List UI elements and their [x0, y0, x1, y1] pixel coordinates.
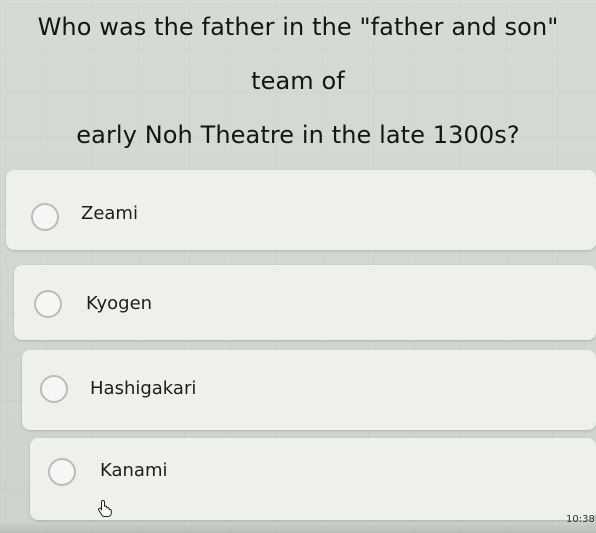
radio-button-icon[interactable] [31, 203, 59, 231]
bottom-shadow [0, 521, 596, 533]
answer-option-kanami[interactable]: Kanami [30, 438, 596, 520]
answer-option-label: Hashigakari [90, 378, 197, 399]
answer-option-label: Kanami [100, 460, 168, 481]
radio-button-icon[interactable] [34, 290, 62, 318]
answer-option-kyogen[interactable]: Kyogen [14, 265, 596, 340]
answer-option-zeami[interactable]: Zeami [6, 170, 596, 250]
answer-option-hashigakari[interactable]: Hashigakari [22, 350, 596, 430]
radio-button-icon[interactable] [40, 375, 68, 403]
answer-option-label: Kyogen [86, 293, 153, 314]
question-text: Who was the father in the "father and so… [37, 13, 559, 149]
hand-cursor-icon [96, 499, 114, 517]
answer-option-label: Zeami [81, 203, 138, 224]
radio-button-icon[interactable] [48, 458, 76, 486]
